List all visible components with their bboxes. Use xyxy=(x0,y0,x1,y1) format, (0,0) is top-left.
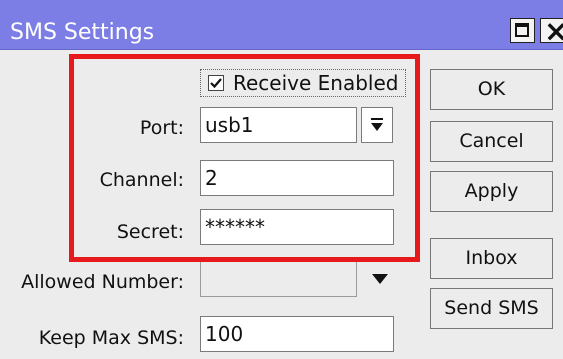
receive-enabled-checkbox[interactable]: Receive Enabled xyxy=(200,69,406,97)
settings-content: Receive Enabled Port: usb1 Channel: 2 Se… xyxy=(0,50,563,359)
maximize-icon[interactable] xyxy=(510,18,535,43)
port-label: Port: xyxy=(139,117,184,139)
port-dropdown-button[interactable] xyxy=(361,107,393,143)
secret-field[interactable]: ****** xyxy=(200,209,394,245)
send-sms-button[interactable]: Send SMS xyxy=(430,288,553,329)
checkmark-icon[interactable] xyxy=(208,75,224,91)
window-title: SMS Settings xyxy=(10,20,155,45)
inbox-button[interactable]: Inbox xyxy=(430,238,553,279)
dropdown-arrow-icon[interactable] xyxy=(371,273,389,285)
receive-enabled-label: Receive Enabled xyxy=(233,71,399,95)
keep-max-sms-label: Keep Max SMS: xyxy=(38,327,184,349)
allowed-number-field[interactable] xyxy=(200,261,357,297)
channel-field[interactable]: 2 xyxy=(200,160,394,196)
allowed-number-label: Allowed Number: xyxy=(21,271,184,293)
channel-label: Channel: xyxy=(99,169,184,191)
ok-button[interactable]: OK xyxy=(430,69,553,110)
port-select[interactable]: usb1 xyxy=(200,107,357,143)
sms-settings-window: SMS Settings Receive Enabled Port: usb1 … xyxy=(0,0,563,359)
cancel-button[interactable]: Cancel xyxy=(430,121,553,162)
apply-button[interactable]: Apply xyxy=(430,171,553,212)
keep-max-sms-field[interactable]: 100 xyxy=(200,316,394,352)
secret-label: Secret: xyxy=(116,221,184,243)
titlebar[interactable]: SMS Settings xyxy=(0,0,563,50)
dropdown-arrow-icon xyxy=(371,118,383,131)
close-icon[interactable] xyxy=(540,14,563,48)
